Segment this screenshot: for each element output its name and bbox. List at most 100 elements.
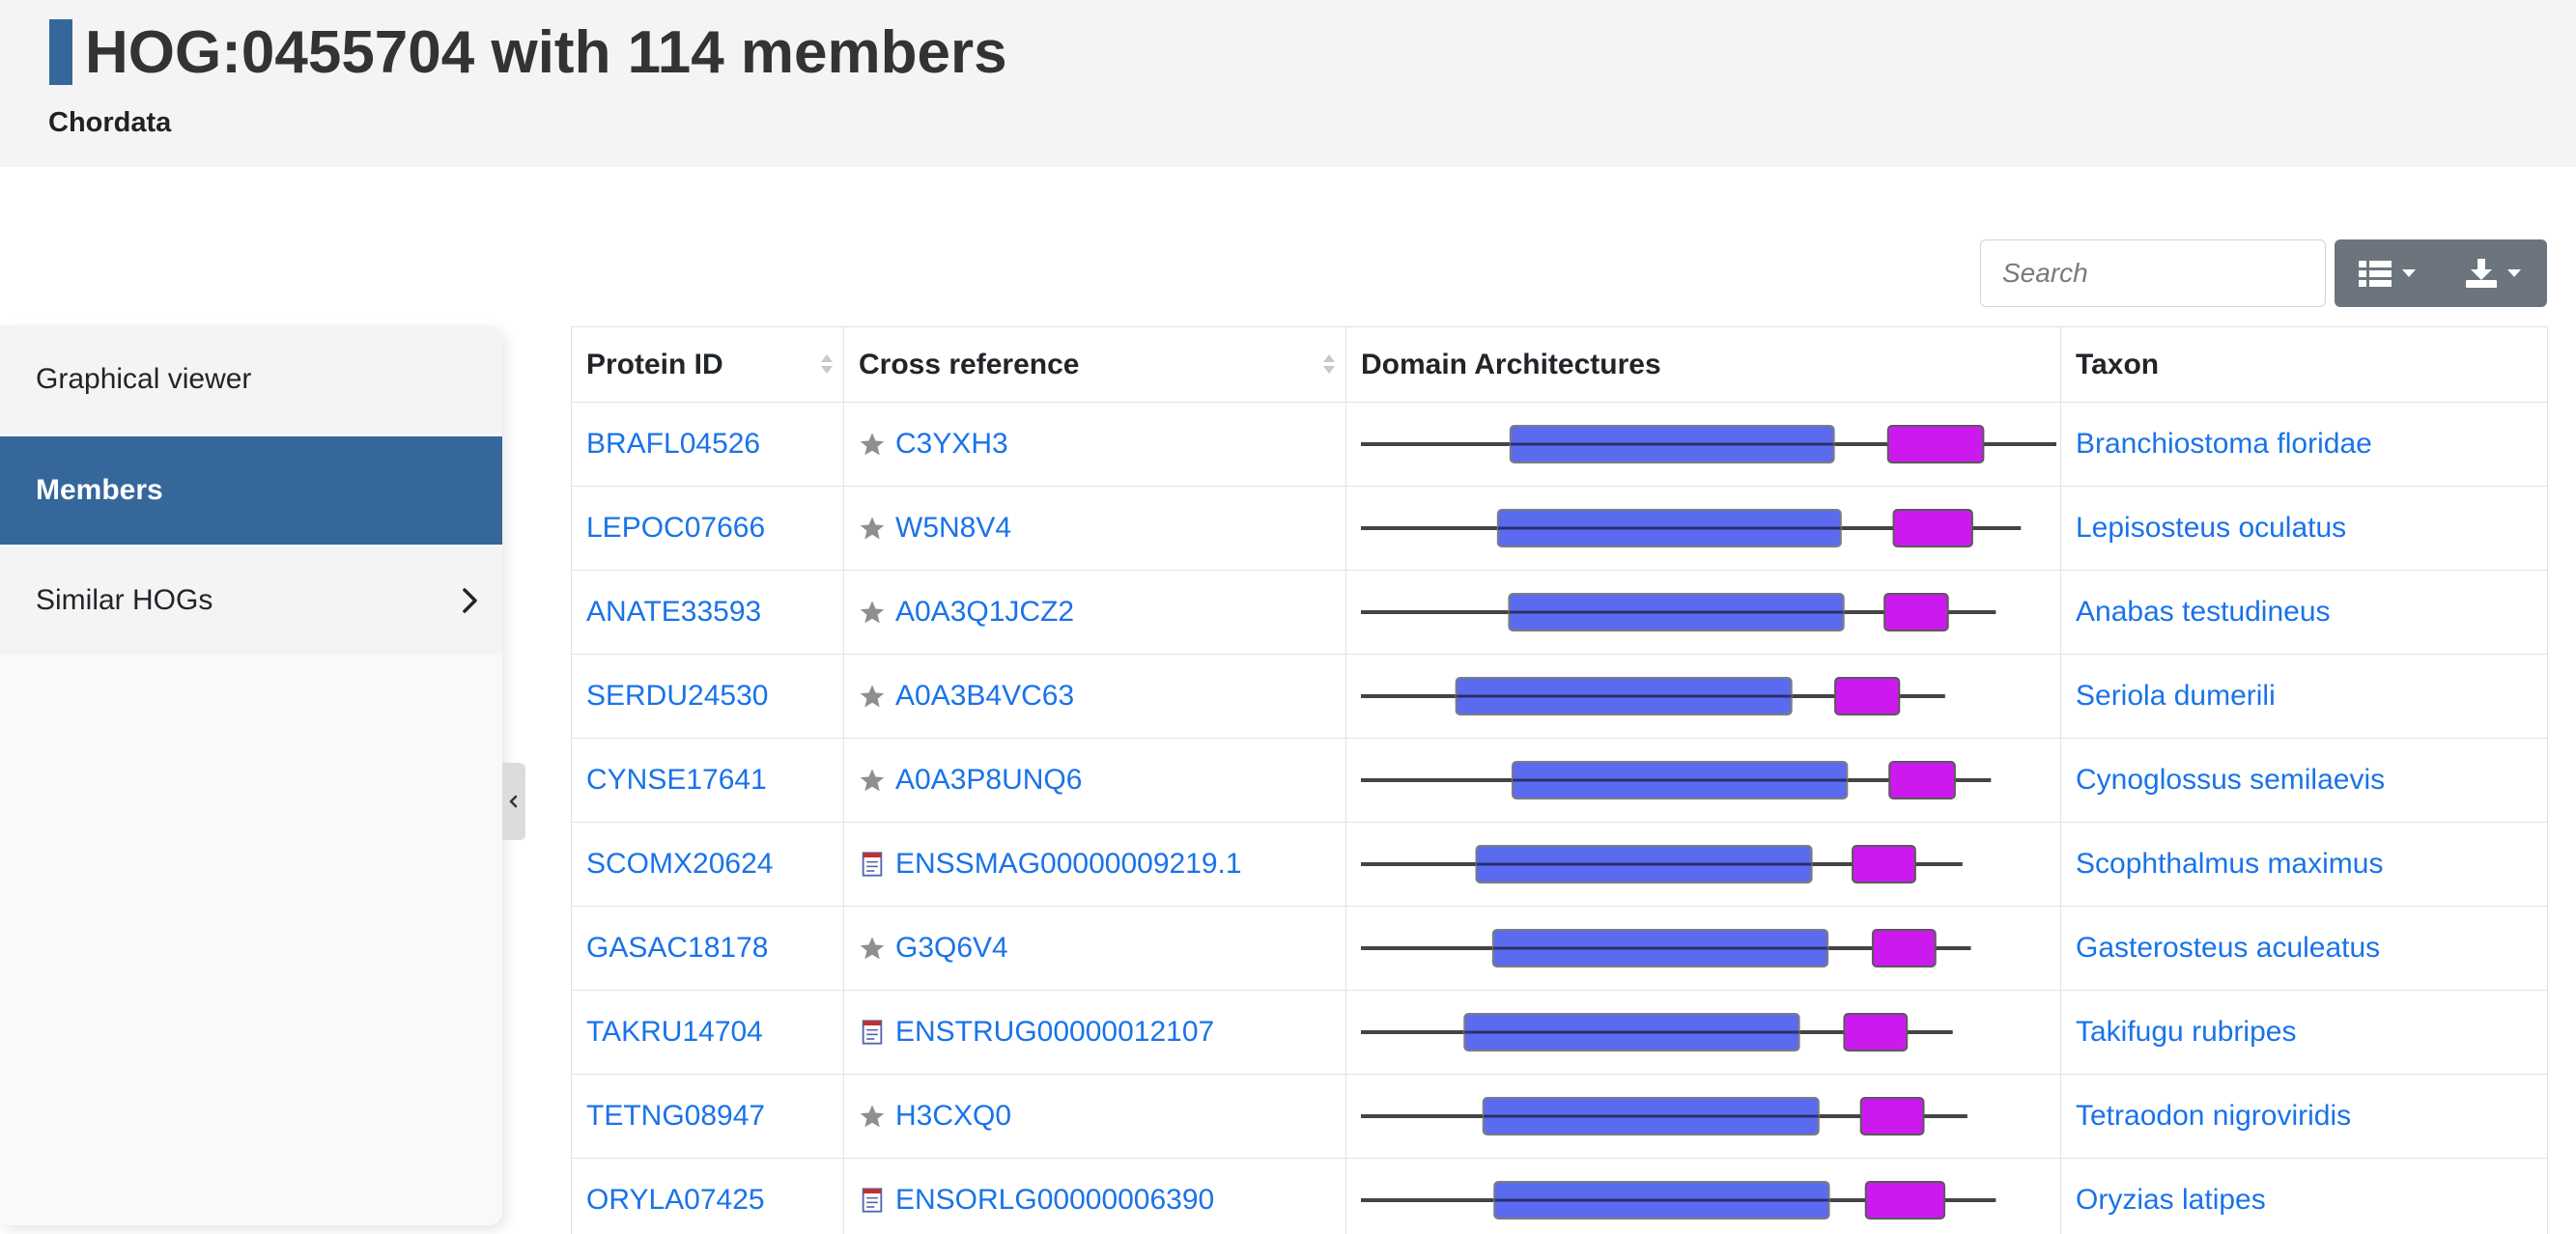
domain-block-magenta[interactable] <box>1864 1181 1946 1220</box>
domain-block-magenta[interactable] <box>1892 509 1973 547</box>
columns-dropdown-button[interactable] <box>2335 239 2441 307</box>
taxon-link[interactable]: Takifugu rubripes <box>2076 1016 2296 1048</box>
cross-reference-link[interactable]: A0A3B4VC63 <box>895 680 1074 713</box>
taxon-link[interactable]: Seriola dumerili <box>2076 680 2276 712</box>
search-input[interactable] <box>1980 239 2326 307</box>
cross-reference-cell: ENSTRUG00000012107 <box>843 990 1346 1075</box>
domain-architecture-diagram <box>1361 677 1945 715</box>
protein-id-link[interactable]: LEPOC07666 <box>586 512 765 544</box>
protein-id-link[interactable]: TETNG08947 <box>586 1100 765 1132</box>
domain-architecture-diagram <box>1361 845 1963 883</box>
domain-block-magenta[interactable] <box>1871 929 1937 968</box>
domain-architecture-diagram <box>1361 1097 1967 1136</box>
domain-architecture-diagram <box>1361 593 1996 631</box>
sidebar-item-graphical-viewer[interactable]: Graphical viewer <box>0 325 502 434</box>
domain-architecture-cell <box>1345 402 2061 487</box>
taxon-link[interactable]: Scophthalmus maximus <box>2076 848 2383 880</box>
taxon-cell: Lepisosteus oculatus <box>2060 486 2548 571</box>
cross-reference-link[interactable]: C3YXH3 <box>895 428 1008 461</box>
taxon-link[interactable]: Anabas testudineus <box>2076 596 2331 628</box>
page-subtitle: Chordata <box>48 107 172 138</box>
protein-id-link[interactable]: ORYLA07425 <box>586 1184 765 1216</box>
sidebar-item-label: Similar HOGs <box>36 584 213 616</box>
cross-reference-cell: A0A3P8UNQ6 <box>843 738 1346 823</box>
sidebar-item-members[interactable]: Members <box>0 436 502 545</box>
taxon-link[interactable]: Branchiostoma floridae <box>2076 428 2372 460</box>
domain-architecture-cell <box>1345 738 2061 823</box>
domain-block-magenta[interactable] <box>1843 1013 1909 1052</box>
document-icon <box>862 852 883 877</box>
table-row: LEPOC07666 W5N8V4 Lepisosteus oculatus <box>571 486 2548 571</box>
domain-architecture-diagram <box>1361 425 2056 463</box>
cross-reference-cell: W5N8V4 <box>843 486 1346 571</box>
domain-block-magenta[interactable] <box>1886 425 1985 463</box>
protein-id-link[interactable]: SERDU24530 <box>586 680 768 712</box>
domain-block-magenta[interactable] <box>1834 677 1901 715</box>
cross-reference-link[interactable]: A0A3P8UNQ6 <box>895 764 1082 797</box>
cross-reference-cell: ENSSMAG00000009219.1 <box>843 822 1346 907</box>
taxon-link[interactable]: Gasterosteus aculeatus <box>2076 932 2380 964</box>
table-row: GASAC18178 G3Q6V4 Gasterosteus aculeatus <box>571 906 2548 991</box>
protein-id-link[interactable]: ANATE33593 <box>586 596 761 628</box>
sort-icon <box>821 354 833 374</box>
protein-id-link[interactable]: CYNSE17641 <box>586 764 767 796</box>
document-icon <box>862 1188 883 1213</box>
cross-reference-cell: ENSORLG00000006390 <box>843 1158 1346 1234</box>
table-toolbar-buttons <box>2335 239 2547 307</box>
sidebar-item-similar-hogs[interactable]: Similar HOGs <box>0 547 502 655</box>
domain-architecture-diagram <box>1361 509 2022 547</box>
sidebar: Graphical viewer Members Similar HOGs <box>0 325 502 1225</box>
cross-reference-link[interactable]: W5N8V4 <box>895 512 1011 545</box>
protein-id-cell: ORYLA07425 <box>571 1158 844 1234</box>
sidebar-collapse-handle[interactable] <box>502 763 525 840</box>
cross-reference-cell: G3Q6V4 <box>843 906 1346 991</box>
taxon-link[interactable]: Lepisosteus oculatus <box>2076 512 2346 544</box>
table-row: CYNSE17641 A0A3P8UNQ6 Cynoglossus semilaev… <box>571 738 2548 823</box>
taxon-link[interactable]: Tetraodon nigroviridis <box>2076 1100 2351 1132</box>
cross-reference-cell: C3YXH3 <box>843 402 1346 487</box>
column-header-protein-id[interactable]: Protein ID <box>571 326 844 403</box>
taxon-cell: Takifugu rubripes <box>2060 990 2548 1075</box>
caret-down-icon <box>2507 269 2521 277</box>
table-row: SCOMX20624 ENSSMAG00000009219.1 Scophthalm… <box>571 822 2548 907</box>
table-row: TETNG08947 H3CXQ0 Tetraodon nigroviridis <box>571 1074 2548 1159</box>
protein-id-cell: SCOMX20624 <box>571 822 844 907</box>
domain-block-magenta[interactable] <box>1852 845 1916 883</box>
taxon-link[interactable]: Oryzias latipes <box>2076 1184 2266 1216</box>
cross-reference-link[interactable]: A0A3Q1JCZ2 <box>895 596 1074 629</box>
cross-reference-link[interactable]: ENSORLG00000006390 <box>895 1184 1214 1217</box>
column-header-label: Domain Architectures <box>1361 348 1661 380</box>
taxon-cell: Gasterosteus aculeatus <box>2060 906 2548 991</box>
domain-architecture-cell <box>1345 906 2061 991</box>
column-header-label: Protein ID <box>586 348 723 380</box>
sort-icon <box>1323 354 1335 374</box>
cross-reference-link[interactable]: ENSSMAG00000009219.1 <box>895 848 1242 881</box>
protein-id-link[interactable]: BRAFL04526 <box>586 428 760 460</box>
taxon-link[interactable]: Cynoglossus semilaevis <box>2076 764 2385 796</box>
domain-block-magenta[interactable] <box>1888 761 1956 799</box>
protein-id-cell: LEPOC07666 <box>571 486 844 571</box>
protein-id-cell: ANATE33593 <box>571 570 844 655</box>
sidebar-item-label: Members <box>36 474 163 506</box>
cross-reference-link[interactable]: H3CXQ0 <box>895 1100 1011 1133</box>
cross-reference-link[interactable]: G3Q6V4 <box>895 932 1008 965</box>
cross-reference-cell: A0A3B4VC63 <box>843 654 1346 739</box>
protein-id-cell: SERDU24530 <box>571 654 844 739</box>
taxon-cell: Cynoglossus semilaevis <box>2060 738 2548 823</box>
caret-down-icon <box>2402 269 2416 277</box>
protein-id-cell: GASAC18178 <box>571 906 844 991</box>
star-icon <box>860 1105 885 1128</box>
column-header-domain-architectures: Domain Architectures <box>1345 326 2061 403</box>
domain-architecture-cell <box>1345 570 2061 655</box>
star-icon <box>860 517 885 540</box>
cross-reference-link[interactable]: ENSTRUG00000012107 <box>895 1016 1214 1049</box>
protein-id-link[interactable]: TAKRU14704 <box>586 1016 763 1048</box>
protein-id-link[interactable]: SCOMX20624 <box>586 848 773 880</box>
download-dropdown-button[interactable] <box>2441 239 2547 307</box>
column-header-cross-reference[interactable]: Cross reference <box>843 326 1346 403</box>
table-row: SERDU24530 A0A3B4VC63 Seriola dumerili <box>571 654 2548 739</box>
domain-block-magenta[interactable] <box>1859 1097 1925 1136</box>
title-accent-bar <box>49 19 72 85</box>
domain-block-magenta[interactable] <box>1883 593 1949 631</box>
protein-id-link[interactable]: GASAC18178 <box>586 932 768 964</box>
